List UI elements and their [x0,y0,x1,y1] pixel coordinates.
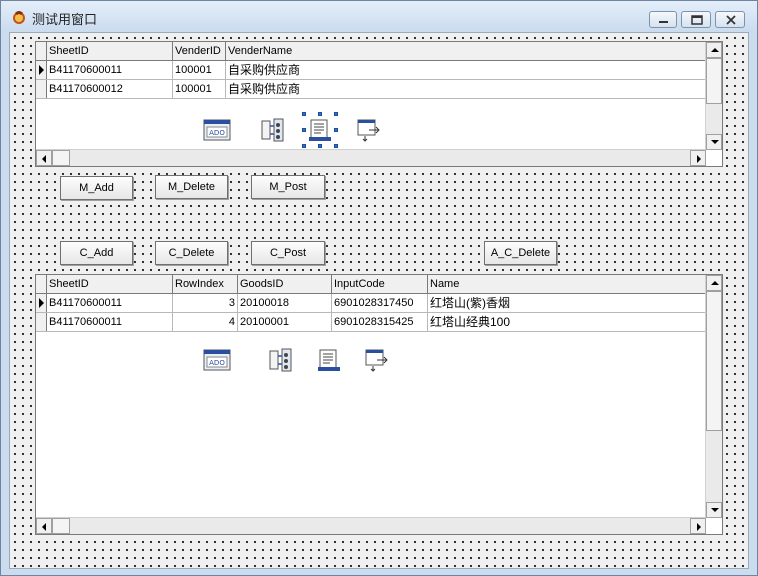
ado-connection-icon[interactable]: ADO [203,346,231,374]
master-vertical-scrollbar[interactable] [705,42,722,150]
chevron-down-icon [711,140,719,144]
ado-connection-icon[interactable]: ADO [203,116,231,144]
detail-grid[interactable]: SheetID RowIndex GoodsID InputCode Name … [35,274,723,535]
m-add-button[interactable]: M_Add [60,176,133,200]
scroll-down-button[interactable] [706,502,722,518]
scroll-down-button[interactable] [706,134,722,150]
chevron-left-icon [42,523,46,531]
query-icon[interactable] [306,116,334,144]
column-header-rowindex[interactable]: RowIndex [173,275,238,293]
selection-handle[interactable] [318,112,322,116]
update-sql-icon[interactable] [355,116,383,144]
scroll-thumb[interactable] [52,518,70,534]
current-row-indicator [36,61,47,79]
chevron-right-icon [697,155,701,163]
selection-handle[interactable] [334,128,338,132]
chevron-up-icon [711,48,719,52]
close-icon [726,15,736,25]
data-source-icon[interactable] [258,116,286,144]
scroll-thumb[interactable] [706,58,722,104]
column-header-vendername[interactable]: VenderName [226,42,706,60]
scroll-up-button[interactable] [706,42,722,58]
minimize-icon [659,21,668,23]
detail-horizontal-scrollbar[interactable] [36,517,706,534]
table-row[interactable]: B41170600011 100001 自采购供应商 [36,61,706,80]
restore-button[interactable] [681,11,711,28]
master-grid-header: SheetID VenderID VenderName [36,42,706,61]
column-header-sheetid[interactable]: SheetID [47,42,173,60]
column-header-venderid[interactable]: VenderID [173,42,226,60]
current-row-indicator [36,294,47,312]
column-header-inputcode[interactable]: InputCode [332,275,428,293]
minimize-button[interactable] [649,11,677,28]
scroll-left-button[interactable] [36,518,52,534]
table-row[interactable]: B41170600011 4 20100001 6901028315425 红塔… [36,313,706,332]
selection-handle[interactable] [318,144,322,148]
selection-handle[interactable] [302,128,306,132]
c-add-button[interactable]: C_Add [60,241,133,265]
scroll-left-button[interactable] [36,150,52,166]
data-source-icon[interactable] [266,346,294,374]
table-row[interactable]: B41170600011 3 20100018 6901028317450 红塔… [36,294,706,313]
restore-icon [691,15,703,25]
c-delete-button[interactable]: C_Delete [155,241,228,265]
window-title: 测试用窗口 [32,12,98,27]
detail-grid-header: SheetID RowIndex GoodsID InputCode Name [36,275,706,294]
form-client-area: SheetID VenderID VenderName B41170600011… [9,32,749,569]
app-icon [13,11,25,24]
c-post-button[interactable]: C_Post [251,241,325,265]
table-row[interactable]: B41170600012 100001 自采购供应商 [36,80,706,99]
selection-handle[interactable] [334,112,338,116]
selection-handle[interactable] [302,144,306,148]
column-header-name[interactable]: Name [428,275,706,293]
query-icon[interactable] [315,346,343,374]
chevron-down-icon [711,508,719,512]
update-sql-icon[interactable] [363,346,391,374]
selection-handle[interactable] [334,144,338,148]
a-c-delete-button[interactable]: A_C_Delete [484,241,557,265]
chevron-left-icon [42,155,46,163]
svg-text:ADO: ADO [209,359,225,367]
column-header-goodsid[interactable]: GoodsID [238,275,332,293]
scroll-right-button[interactable] [690,150,706,166]
title-bar[interactable]: 测试用窗口 [1,1,757,31]
chevron-right-icon [697,523,701,531]
scroll-up-button[interactable] [706,275,722,291]
master-horizontal-scrollbar[interactable] [36,149,706,166]
column-header-sheetid[interactable]: SheetID [47,275,173,293]
svg-text:ADO: ADO [209,129,225,137]
m-delete-button[interactable]: M_Delete [155,175,228,199]
close-button[interactable] [715,11,745,28]
selection-handle[interactable] [302,112,306,116]
master-grid[interactable]: SheetID VenderID VenderName B41170600011… [35,41,723,167]
scroll-thumb[interactable] [706,291,722,431]
detail-vertical-scrollbar[interactable] [705,275,722,518]
app-window: 测试用窗口 SheetID VenderID VenderName B41170… [0,0,758,576]
scroll-thumb[interactable] [52,150,70,166]
scroll-right-button[interactable] [690,518,706,534]
m-post-button[interactable]: M_Post [251,175,325,199]
chevron-up-icon [711,281,719,285]
